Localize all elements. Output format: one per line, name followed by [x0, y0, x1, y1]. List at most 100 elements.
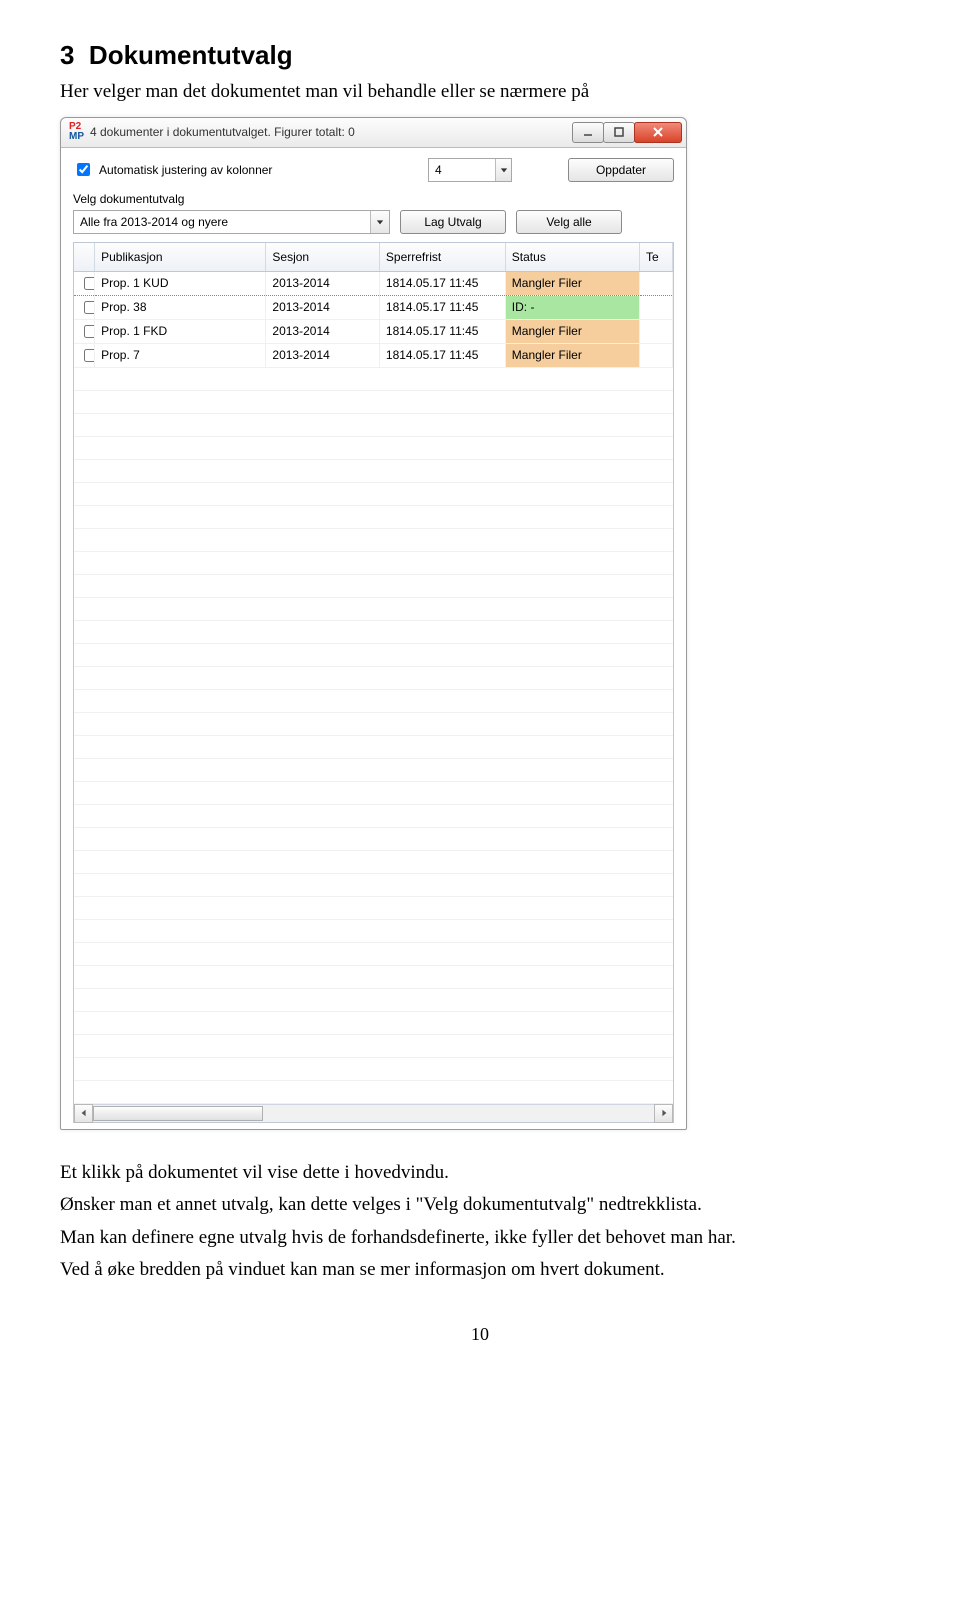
- table-row: [74, 367, 673, 390]
- scroll-left-icon[interactable]: [74, 1104, 93, 1123]
- table-row: [74, 597, 673, 620]
- col-session[interactable]: Sesjon: [266, 243, 380, 272]
- row-checkbox-cell[interactable]: [74, 319, 95, 343]
- table-row: [74, 942, 673, 965]
- table-row: [74, 482, 673, 505]
- table-row: [74, 390, 673, 413]
- table-row: [74, 873, 673, 896]
- row-checkbox[interactable]: [84, 277, 95, 290]
- table-row: [74, 528, 673, 551]
- auto-adjust-checkbox-input[interactable]: [77, 163, 90, 176]
- table-row: [74, 459, 673, 482]
- table-row: [74, 735, 673, 758]
- scroll-right-icon[interactable]: [654, 1104, 673, 1123]
- cell-session: 2013-2014: [266, 295, 380, 319]
- table-row: [74, 643, 673, 666]
- table-row: [74, 689, 673, 712]
- section-title: Dokumentutvalg: [89, 40, 293, 70]
- page-number: 10: [60, 1324, 900, 1345]
- table-row: [74, 505, 673, 528]
- auto-adjust-label: Automatisk justering av kolonner: [99, 163, 272, 177]
- title-bar[interactable]: P2MP 4 dokumenter i dokumentutvalget. Fi…: [61, 118, 686, 148]
- maximize-button[interactable]: [603, 122, 635, 143]
- row-checkbox-cell[interactable]: [74, 295, 95, 319]
- cell-deadline: 1814.05.17 11:45: [379, 271, 505, 295]
- body-p2: Ønsker man et annet utvalg, kan dette ve…: [60, 1192, 900, 1219]
- column-count-input[interactable]: [429, 163, 495, 177]
- table-row[interactable]: Prop. 1 KUD2013-20141814.05.17 11:45Mang…: [74, 271, 673, 295]
- cell-te: [639, 271, 672, 295]
- cell-status: Mangler Filer: [505, 271, 639, 295]
- selection-value: Alle fra 2013-2014 og nyere: [74, 215, 370, 229]
- app-icon: P2MP: [69, 122, 84, 142]
- make-selection-button[interactable]: Lag Utvalg: [400, 210, 506, 234]
- body-p1: Et klikk på dokumentet vil vise dette i …: [60, 1160, 900, 1187]
- app-window: P2MP 4 dokumenter i dokumentutvalget. Fi…: [60, 117, 687, 1130]
- table-row[interactable]: Prop. 72013-20141814.05.17 11:45Mangler …: [74, 343, 673, 367]
- table-row[interactable]: Prop. 1 FKD2013-20141814.05.17 11:45Mang…: [74, 319, 673, 343]
- cell-deadline: 1814.05.17 11:45: [379, 343, 505, 367]
- select-docs-label: Velg dokumentutvalg: [73, 192, 674, 206]
- column-count-select[interactable]: [428, 158, 512, 182]
- table-row: [74, 827, 673, 850]
- body-p4: Ved å øke bredden på vinduet kan man se …: [60, 1257, 900, 1284]
- document-grid: Publikasjon Sesjon Sperrefrist Status Te…: [73, 242, 674, 1123]
- row-checkbox[interactable]: [84, 301, 95, 314]
- section-heading: 3 Dokumentutvalg: [60, 40, 900, 71]
- cell-status: Mangler Filer: [505, 319, 639, 343]
- cell-session: 2013-2014: [266, 271, 380, 295]
- row-checkbox[interactable]: [84, 349, 95, 362]
- cell-te: [639, 343, 672, 367]
- cell-te: [639, 295, 672, 319]
- chevron-down-icon[interactable]: [370, 211, 389, 233]
- table-row: [74, 758, 673, 781]
- table-row: [74, 804, 673, 827]
- table-row: [74, 965, 673, 988]
- row-checkbox-cell[interactable]: [74, 343, 95, 367]
- col-deadline[interactable]: Sperrefrist: [379, 243, 505, 272]
- table-row: [74, 712, 673, 735]
- section-number: 3: [60, 40, 74, 70]
- table-row: [74, 896, 673, 919]
- update-button[interactable]: Oppdater: [568, 158, 674, 182]
- cell-deadline: 1814.05.17 11:45: [379, 319, 505, 343]
- cell-session: 2013-2014: [266, 319, 380, 343]
- grid-header[interactable]: Publikasjon Sesjon Sperrefrist Status Te: [74, 243, 673, 272]
- chevron-down-icon[interactable]: [495, 159, 511, 181]
- table-row: [74, 666, 673, 689]
- table-row: [74, 850, 673, 873]
- scrollbar-thumb[interactable]: [93, 1106, 263, 1121]
- select-all-button[interactable]: Velg alle: [516, 210, 622, 234]
- cell-deadline: 1814.05.17 11:45: [379, 295, 505, 319]
- col-status[interactable]: Status: [505, 243, 639, 272]
- table-row: [74, 1034, 673, 1057]
- cell-status: Mangler Filer: [505, 343, 639, 367]
- cell-publication: Prop. 7: [95, 343, 266, 367]
- table-row[interactable]: Prop. 382013-20141814.05.17 11:45ID: -: [74, 295, 673, 319]
- auto-adjust-columns-checkbox[interactable]: Automatisk justering av kolonner: [73, 160, 418, 179]
- document-selection-dropdown[interactable]: Alle fra 2013-2014 og nyere: [73, 210, 390, 234]
- horizontal-scrollbar[interactable]: [74, 1104, 673, 1122]
- window-title: 4 dokumenter i dokumentutvalget. Figurer…: [90, 125, 573, 139]
- close-button[interactable]: [634, 122, 682, 143]
- body-p3: Man kan definere egne utvalg hvis de for…: [60, 1225, 900, 1252]
- table-row: [74, 1011, 673, 1034]
- col-publication[interactable]: Publikasjon: [95, 243, 266, 272]
- table-row: [74, 919, 673, 942]
- table-row: [74, 551, 673, 574]
- cell-publication: Prop. 38: [95, 295, 266, 319]
- table-row: [74, 620, 673, 643]
- table-row: [74, 436, 673, 459]
- section-intro: Her velger man det dokumentet man vil be…: [60, 79, 900, 105]
- table-row: [74, 574, 673, 597]
- row-checkbox[interactable]: [84, 325, 95, 338]
- row-checkbox-cell[interactable]: [74, 271, 95, 295]
- table-row: [74, 1080, 673, 1103]
- minimize-button[interactable]: [572, 122, 604, 143]
- table-row: [74, 1057, 673, 1080]
- table-row: [74, 781, 673, 804]
- col-te[interactable]: Te: [639, 243, 672, 272]
- table-row: [74, 413, 673, 436]
- table-row: [74, 988, 673, 1011]
- cell-te: [639, 319, 672, 343]
